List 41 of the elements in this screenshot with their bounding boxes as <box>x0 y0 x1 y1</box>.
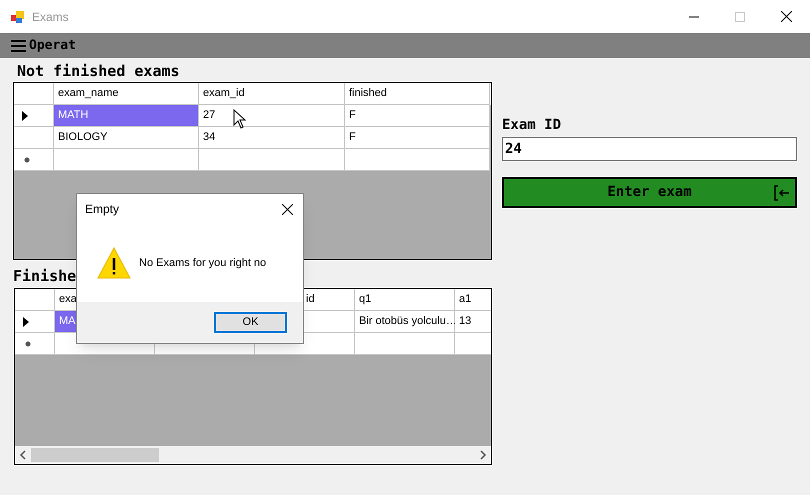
section-title: Not finished exams <box>16 61 181 82</box>
menu-item[interactable]: Operat <box>10 36 76 56</box>
maximize-icon <box>735 12 745 22</box>
section-title: Finishe <box>13 266 78 287</box>
exam-id-field[interactable]: 24 <box>502 137 797 161</box>
table-cell[interactable] <box>54 149 199 171</box>
enter-exam-button[interactable]: Enter exam <box>502 177 797 208</box>
table-cell[interactable]: F <box>345 127 490 149</box>
scroll-thumb[interactable] <box>31 448 159 462</box>
table-cell[interactable]: 34 <box>199 127 345 149</box>
table-cell[interactable]: 13 <box>455 311 491 333</box>
table-cell[interactable]: MATH <box>54 105 199 127</box>
table-cell[interactable]: 27 <box>199 105 345 127</box>
ok-button[interactable]: OK <box>214 312 287 333</box>
close-icon[interactable] <box>781 11 792 22</box>
row-header[interactable] <box>14 105 54 127</box>
dialog-message: No Exams for you right no <box>139 256 266 271</box>
table-cell[interactable] <box>345 149 490 171</box>
mouse-cursor-icon <box>233 109 247 129</box>
close-icon[interactable] <box>282 204 293 214</box>
current-row-icon <box>23 316 29 326</box>
field-label: Exam ID <box>502 116 562 135</box>
new-row-icon <box>24 156 30 162</box>
warning-icon <box>97 247 131 279</box>
current-row-icon <box>22 110 28 120</box>
table-cell[interactable]: F <box>345 105 490 127</box>
dialog-title: Empty <box>85 201 120 218</box>
scroll-left-icon[interactable] <box>19 450 27 460</box>
table-cell[interactable]: Bir otobüs yolculu… <box>355 311 455 333</box>
table-cell[interactable] <box>199 149 345 171</box>
row-header[interactable] <box>15 311 55 333</box>
sign-in-icon <box>773 184 791 202</box>
table-cell[interactable]: BIOLOGY <box>54 127 199 149</box>
horizontal-scrollbar[interactable] <box>15 446 491 464</box>
new-row-icon <box>25 340 31 346</box>
table-cell[interactable] <box>355 333 455 355</box>
window-title: Exams <box>32 8 69 26</box>
table-cell[interactable] <box>455 333 491 355</box>
scroll-right-icon[interactable] <box>479 450 487 460</box>
app-icon <box>10 8 26 24</box>
menu-icon <box>10 38 27 52</box>
